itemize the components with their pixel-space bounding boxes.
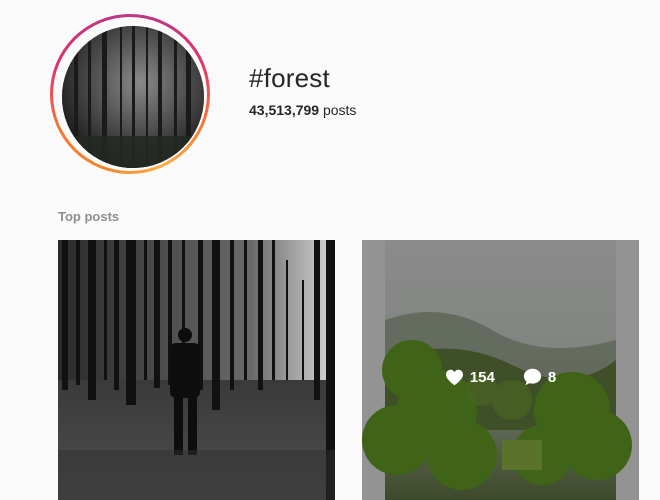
- hashtag-avatar[interactable]: [50, 14, 210, 174]
- hashtag-title: #forest: [249, 63, 330, 93]
- post-stats: 154 8: [362, 368, 639, 386]
- post-count: 43,513,799 posts: [249, 102, 356, 118]
- comments-count: 8: [547, 368, 557, 386]
- top-posts-label: Top posts: [58, 209, 120, 224]
- post-tile[interactable]: 154 8: [362, 240, 639, 500]
- post-count-number: 43,513,799: [249, 102, 320, 118]
- post-count-suffix: posts: [322, 102, 357, 118]
- post-image-forest-walker: [58, 240, 335, 500]
- likes-count: 154: [469, 368, 495, 386]
- likes-stat: 154: [445, 368, 495, 386]
- avatar-ring-gap: [53, 17, 207, 171]
- avatar-forest-image: [62, 26, 204, 168]
- avatar-image: [62, 26, 204, 168]
- comment-bubble-icon: [523, 368, 542, 386]
- comments-stat: 8: [523, 368, 556, 386]
- post-tile[interactable]: [58, 240, 335, 500]
- heart-icon: [445, 369, 464, 386]
